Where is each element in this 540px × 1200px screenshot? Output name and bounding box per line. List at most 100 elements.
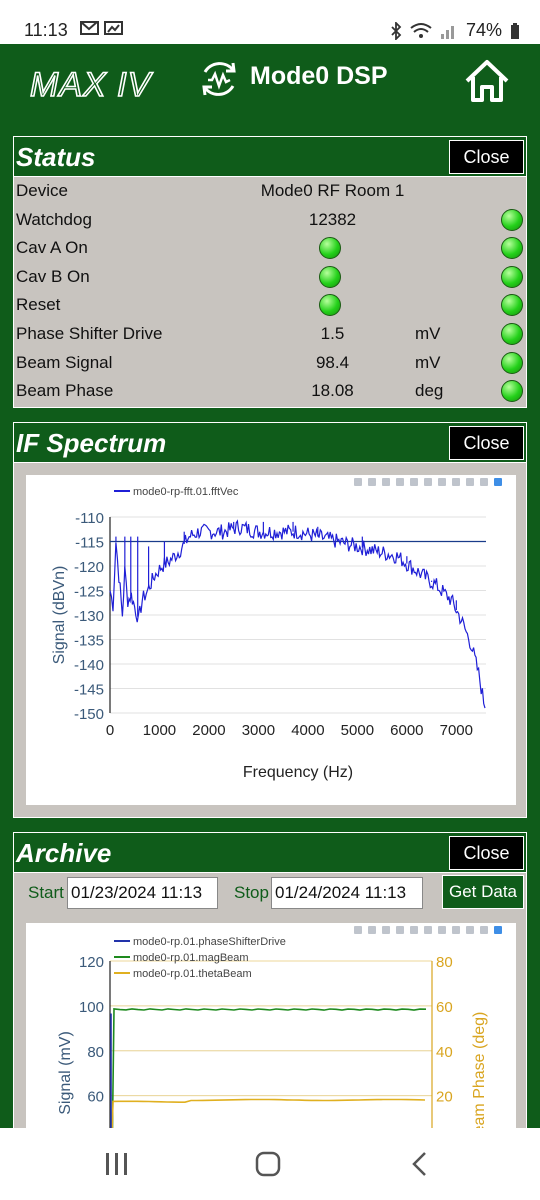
battery-icon	[511, 22, 519, 39]
home-icon[interactable]	[438, 926, 446, 934]
image-icon	[104, 21, 123, 35]
stop-datetime-input[interactable]: 01/24/2024 11:13	[271, 877, 423, 909]
status-row-value: Mode0 RF Room 1	[260, 181, 405, 200]
status-row: Cav B On	[14, 263, 526, 292]
pan-icon[interactable]	[382, 478, 390, 486]
archive-chart[interactable]: 120100806040806040200mode0-rp.01.phaseSh…	[26, 923, 516, 1128]
pan-icon[interactable]	[382, 926, 390, 934]
compare-icon[interactable]	[466, 478, 474, 486]
start-datetime-input[interactable]: 01/23/2024 11:13	[67, 877, 218, 909]
home-icon	[465, 60, 509, 102]
x-tick-label: 6000	[390, 722, 423, 739]
legend-entry[interactable]: mode0-rp.01.magBeam	[133, 952, 249, 964]
hover-icon[interactable]	[480, 926, 488, 934]
status-row-label: Reset	[16, 295, 61, 315]
status-row-label: Cav B On	[16, 266, 90, 286]
alarm-led-indicator	[501, 380, 523, 403]
phone-status-bar: 11:13 74%	[0, 0, 540, 44]
bluetooth-icon	[391, 21, 402, 40]
status-row-unit: mV	[415, 352, 441, 372]
spectrum-close-button[interactable]: Close	[449, 426, 524, 460]
zoom-out-icon[interactable]	[410, 478, 418, 486]
zoom-in-icon[interactable]	[396, 478, 404, 486]
zoom-icon[interactable]	[368, 926, 376, 934]
back-button[interactable]	[410, 1151, 430, 1177]
status-close-button[interactable]: Close	[449, 140, 524, 174]
autoscale-icon[interactable]	[424, 926, 432, 934]
home-nav-button[interactable]	[255, 1151, 281, 1177]
alarm-led-indicator	[501, 351, 523, 374]
system-icons: 74%	[390, 20, 520, 41]
y2-tick-label: 20	[436, 1089, 453, 1106]
legend-entry[interactable]: mode0-rp.01.thetaBeam	[133, 968, 252, 980]
plot-modebar[interactable]	[354, 478, 502, 486]
y-tick-label: -115	[75, 535, 104, 552]
y-tick-label: -145	[74, 682, 104, 699]
camera-icon[interactable]	[354, 926, 362, 934]
wifi-icon	[410, 22, 432, 38]
y-tick-label: -110	[75, 510, 104, 527]
status-row: Device Mode0 RF Room 1	[14, 177, 526, 206]
maxiv-logo: MAX IV	[30, 68, 153, 104]
status-row: Reset	[14, 291, 526, 320]
autoscale-icon[interactable]	[424, 478, 432, 486]
status-row: Cav A On	[14, 234, 526, 263]
plotly-logo-icon[interactable]	[494, 926, 502, 934]
alarm-led-indicator	[501, 265, 523, 288]
home-icon[interactable]	[438, 478, 446, 486]
y2-tick-label: 60	[436, 999, 453, 1016]
archive-panel-title: Archive	[16, 838, 112, 868]
home-button[interactable]	[462, 56, 512, 106]
y-tick-label: 80	[87, 1044, 104, 1061]
x-tick-label: 2000	[192, 722, 225, 739]
status-row-value: 1.5	[320, 323, 345, 343]
zoom-icon[interactable]	[368, 478, 376, 486]
compare-icon[interactable]	[466, 926, 474, 934]
recent-apps-button[interactable]	[104, 1152, 130, 1176]
zoom-in-icon[interactable]	[396, 926, 404, 934]
zoom-out-icon[interactable]	[410, 926, 418, 934]
y-axis-title: Signal (mV)	[57, 1031, 74, 1115]
x-tick-label: 0	[106, 722, 114, 739]
y-axis-title: Signal (dBVn)	[51, 566, 68, 665]
status-row: Beam Phase 18.08 deg	[14, 377, 526, 406]
y-tick-label: -140	[74, 657, 104, 674]
legend-entry[interactable]: mode0-rp-fft.01.fftVec	[133, 486, 239, 498]
x-tick-label: 3000	[242, 722, 275, 739]
status-panel-header: Status Close	[14, 137, 526, 177]
hover-icon[interactable]	[480, 478, 488, 486]
spike-icon[interactable]	[452, 478, 460, 486]
battery-percent: 74%	[465, 20, 502, 40]
status-row: Watchdog 12382	[14, 206, 526, 235]
plotly-logo-icon[interactable]	[494, 478, 502, 486]
legend-entry[interactable]: mode0-rp.01.phaseShifterDrive	[133, 936, 286, 948]
status-panel: Status Close Device Mode0 RF Room 1 Watchd…	[13, 136, 527, 408]
get-data-button[interactable]: Get Data	[442, 875, 524, 909]
android-nav-bar	[0, 1128, 540, 1200]
status-row-label: Cav A On	[16, 238, 88, 258]
status-panel-title: Status	[16, 142, 96, 172]
notification-icons	[80, 20, 124, 36]
status-row-unit: mV	[415, 323, 441, 343]
archive-panel: Archive Close Start 01/23/2024 11:13 Sto…	[13, 832, 527, 1128]
archive-close-button[interactable]: Close	[449, 836, 524, 870]
spectrum-svg: -110 -115 -120 -125 -130 -135 -140 -145 -1500 100…	[51, 478, 502, 781]
status-row-label: Beam Signal	[16, 352, 113, 372]
x-tick-label: 7000	[440, 722, 473, 739]
page-title: Mode0 DSP	[250, 62, 388, 90]
x-tick-label: 4000	[291, 722, 324, 739]
spectrum-panel-title: IF Spectrum	[16, 428, 167, 458]
if-spectrum-chart[interactable]: -110 -115 -120 -125 -130 -135 -140 -145 -150 0 100…	[26, 475, 516, 805]
alarm-led-indicator	[501, 208, 523, 231]
x-tick-label: 5000	[341, 722, 374, 739]
camera-icon[interactable]	[354, 478, 362, 486]
x-axis-title: Frequency (Hz)	[243, 764, 353, 781]
status-row-label: Device	[16, 181, 68, 200]
status-led-indicator	[319, 294, 341, 317]
alarm-led-indicator	[501, 322, 523, 345]
status-table: Device Mode0 RF Room 1 Watchdog 12382 Cav A …	[14, 177, 526, 406]
plot-modebar[interactable]	[354, 926, 502, 934]
stop-label: Stop	[234, 883, 269, 902]
spike-icon[interactable]	[452, 926, 460, 934]
status-row-label: Beam Phase	[16, 381, 114, 401]
